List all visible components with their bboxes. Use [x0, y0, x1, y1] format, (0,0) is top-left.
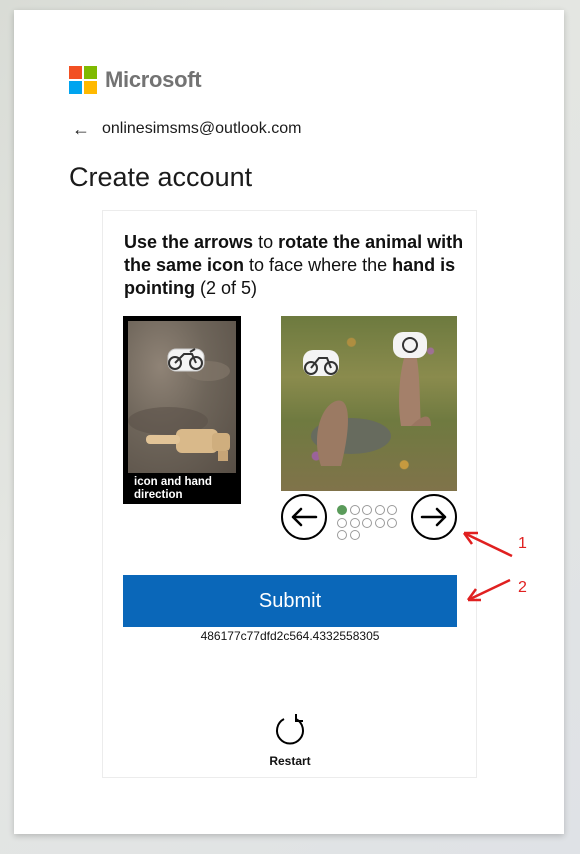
annotation-label-1: 1 [518, 535, 527, 552]
annotation-arrow-2 [466, 578, 511, 602]
annotation-arrow-1 [462, 531, 513, 558]
annotation-arrows [462, 531, 513, 602]
annotation-label-2: 2 [518, 579, 527, 596]
